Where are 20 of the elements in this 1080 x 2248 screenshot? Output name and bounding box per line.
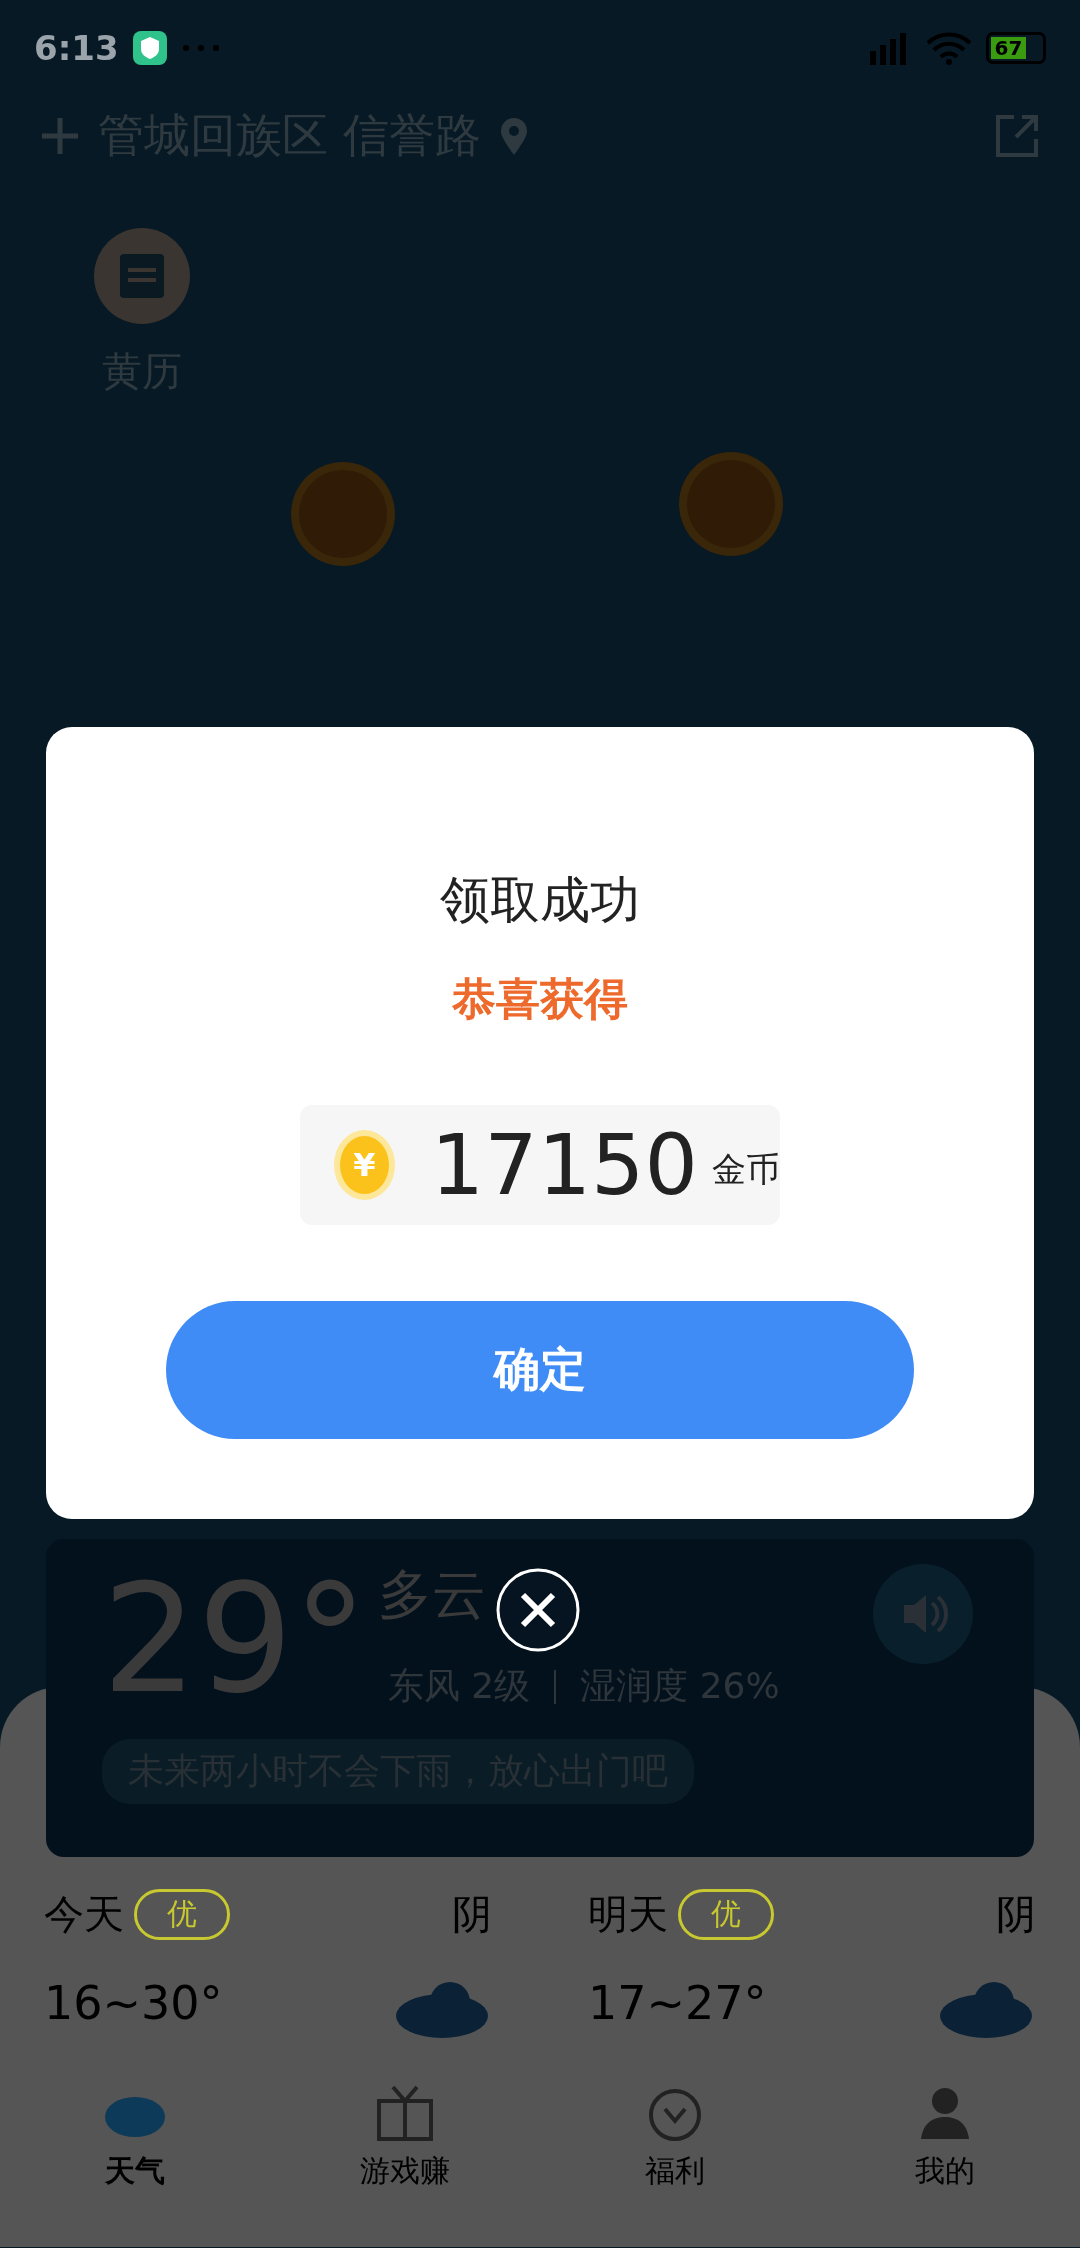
nav-tab[interactable]: 天气	[0, 2080, 270, 2193]
coin-unit: 金币	[712, 1148, 780, 1191]
dialog-title: 领取成功	[440, 870, 640, 931]
battery-icon: 67	[986, 32, 1046, 64]
aqi-tag: 优	[134, 1889, 230, 1940]
confirm-button[interactable]: 确定	[166, 1301, 914, 1439]
dialog-subtitle: 恭喜获得	[452, 972, 628, 1026]
nav-tab[interactable]: 游戏赚	[270, 2080, 540, 2193]
nav-tab[interactable]: 我的	[810, 2080, 1080, 2193]
forecast-condition: 阴	[995, 1890, 1036, 1939]
coin-amount: 17150	[430, 1116, 698, 1214]
aqi-tag: 优	[678, 1889, 774, 1940]
nav-tab[interactable]: 福利	[540, 2080, 810, 2193]
forecast-day: 今天	[44, 1887, 124, 1942]
status-time: 6:13	[34, 28, 119, 68]
temperature-range: 16~30°	[44, 1976, 224, 2032]
coin-icon: ¥	[334, 1130, 395, 1200]
forecast-day: 明天	[588, 1887, 668, 1942]
temperature-range: 17~27°	[588, 1976, 768, 2032]
forecast-condition: 阴	[451, 1890, 492, 1939]
